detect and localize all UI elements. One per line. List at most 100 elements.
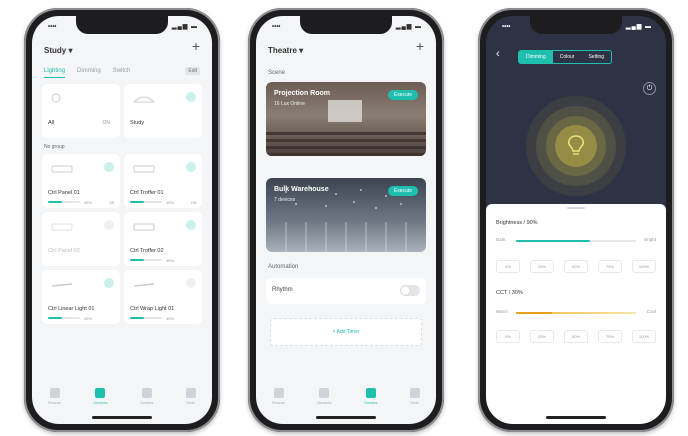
home-indicator (316, 416, 376, 419)
ceiling-lamp-icon (132, 96, 156, 103)
power-icon[interactable] (186, 220, 196, 230)
power-icon[interactable] (104, 278, 114, 288)
cct-slider[interactable] (516, 312, 636, 314)
mode-segmented-control: Dimming Colour Setting (518, 50, 613, 64)
brightness-value: 45% (84, 200, 93, 205)
notch (76, 16, 168, 34)
tab-dimming[interactable]: Dimming (77, 68, 101, 78)
brightness-presets: 1% 25% 50% 75% 100% (496, 260, 656, 273)
status-time: •••• (502, 24, 511, 30)
linear-light-icon (51, 283, 73, 287)
header: Study ▾ + (44, 38, 200, 58)
cct-label: CCT / 30% (496, 290, 523, 296)
devices-icon (319, 388, 330, 398)
slider-max-label: Bright (644, 237, 656, 242)
slider-max-label: Cool (646, 309, 656, 314)
brightness-value: 45% (166, 316, 175, 321)
nav-devices[interactable]: Devices (93, 388, 108, 410)
panel-light-icon (51, 165, 73, 173)
rhythm-toggle[interactable] (400, 285, 420, 296)
tab-switch[interactable]: Switch (113, 68, 131, 78)
segment-dimming[interactable]: Dimming (519, 51, 553, 63)
bulb-icon (51, 93, 61, 103)
status-icons: ▂▄▆ ▬ (625, 24, 652, 30)
segment-setting[interactable]: Setting (581, 51, 611, 63)
section-scene: Scene (268, 70, 286, 76)
execute-button[interactable]: Execute (387, 90, 418, 100)
power-icon[interactable] (186, 278, 196, 288)
room-name: Study (44, 46, 67, 55)
status-time: •••• (48, 24, 57, 30)
nav-more[interactable]: More (409, 388, 420, 410)
device-mode: Off (108, 200, 114, 205)
back-icon[interactable]: ‹ (496, 48, 500, 60)
tab-lighting[interactable]: Lighting (44, 68, 66, 78)
brightness-slider[interactable] (516, 240, 636, 242)
edit-button[interactable]: Edit (185, 67, 200, 75)
nav-label: Scenes (364, 400, 378, 405)
scene-card[interactable]: Projection Room 16 Lux Online Execute (266, 82, 426, 156)
lightbulb-icon[interactable] (566, 134, 586, 158)
nav-scenes[interactable]: Scenes (364, 388, 377, 410)
preset-chip[interactable]: 100% (632, 260, 656, 273)
device-card[interactable]: Ctrl Wrap Light 01 45% (124, 270, 202, 324)
rhythm-label: Rhythm (272, 287, 293, 293)
group-card-all[interactable]: All ON (42, 84, 120, 138)
power-icon[interactable]: ⏻ (643, 82, 656, 95)
brightness-value: 45% (166, 258, 175, 263)
nav-rooms[interactable]: Rooms (272, 388, 285, 410)
room-selector[interactable]: Theatre ▾ (268, 46, 303, 55)
brightness-bar (130, 201, 162, 203)
theatre-screen: •••• ▂▄▆ ▬ Theatre ▾ + Scene Projection … (256, 16, 436, 424)
device-card[interactable]: Ctrl Linear Light 01 45% (42, 270, 120, 324)
preset-chip[interactable]: 25% (530, 330, 554, 343)
scene-card[interactable]: Bulk Warehouse 7 devices Execute (266, 178, 426, 252)
nav-more[interactable]: More (185, 388, 196, 410)
group-card-study[interactable]: Study (124, 84, 202, 138)
device-card[interactable]: Ctrl Troffer 01 45% Off (124, 154, 202, 208)
device-card[interactable]: Ctrl Panel 01 45% Off (42, 154, 120, 208)
preset-chip[interactable]: 75% (598, 260, 622, 273)
nav-devices[interactable]: Devices (317, 388, 332, 410)
preset-chip[interactable]: 0% (496, 330, 520, 343)
add-timer-button[interactable]: + Add Timer (270, 318, 422, 346)
power-icon[interactable] (186, 162, 196, 172)
room-selector[interactable]: Study ▾ (44, 46, 72, 55)
tab-bar: Lighting Dimming Switch (44, 68, 200, 78)
section-no-group: No group (44, 144, 65, 150)
home-indicator (92, 416, 152, 419)
group-state: ON (102, 120, 111, 126)
nav-scenes[interactable]: Scenes (140, 388, 153, 410)
power-icon[interactable] (186, 92, 196, 102)
preset-chip[interactable]: 75% (598, 330, 622, 343)
device-card[interactable]: Ctrl Panel 02 (42, 212, 120, 266)
preset-chip[interactable]: 100% (632, 330, 656, 343)
home-icon (49, 388, 60, 398)
room-name: Theatre (268, 46, 297, 55)
execute-button[interactable]: Execute (387, 186, 418, 196)
nav-rooms[interactable]: Rooms (48, 388, 61, 410)
preset-chip[interactable]: 25% (530, 260, 554, 273)
status-icons: ▂▄▆ ▬ (395, 24, 422, 30)
add-icon[interactable]: + (192, 38, 200, 54)
power-icon[interactable] (104, 162, 114, 172)
add-icon[interactable]: + (416, 38, 424, 54)
preset-chip[interactable]: 50% (564, 260, 588, 273)
device-name: Ctrl Troffer 02 (130, 248, 164, 254)
scenes-icon (365, 388, 376, 398)
cct-presets: 0% 25% 50% 75% 100% (496, 330, 656, 343)
header: Theatre ▾ + (268, 38, 424, 58)
segment-colour[interactable]: Colour (553, 51, 582, 63)
group-name: Study (130, 120, 145, 126)
more-icon (409, 388, 420, 398)
home-indicator (546, 416, 606, 419)
slider-min-label: Dark (496, 237, 506, 242)
drag-handle[interactable] (567, 207, 585, 209)
power-icon[interactable] (104, 220, 114, 230)
preset-chip[interactable]: 50% (564, 330, 588, 343)
phone-dimming: •••• ▂▄▆ ▬ ‹ Dimming Colour Setting ⏻ Br… (478, 8, 674, 432)
preset-chip[interactable]: 1% (496, 260, 520, 273)
device-card[interactable]: Ctrl Troffer 02 45% (124, 212, 202, 266)
brightness-value: 45% (166, 200, 175, 205)
troffer-icon (133, 223, 155, 231)
